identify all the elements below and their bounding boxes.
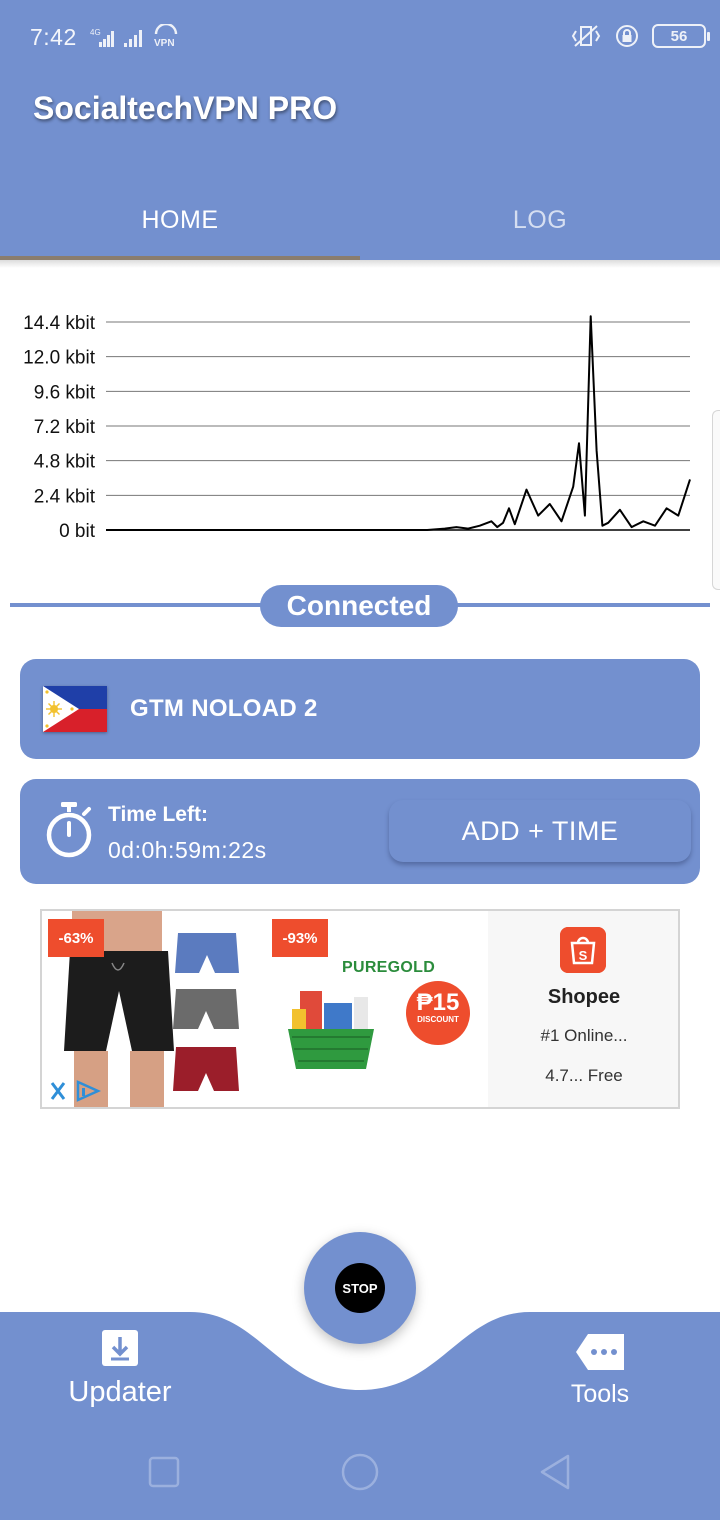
- stopwatch-icon: [46, 802, 92, 858]
- battery-icon: 56: [652, 24, 710, 48]
- ad-brand: Shopee: [547, 986, 621, 1008]
- time-left-card: Time Left: 0d:0h:59m:22s ADD + TIME: [20, 779, 700, 884]
- server-selector[interactable]: GTM NOLOAD 2: [20, 659, 700, 759]
- discount-badge: -63%: [48, 919, 104, 957]
- time-left-value: 0d:0h:59m:22s: [108, 837, 267, 863]
- status-time: 7:42: [30, 24, 77, 50]
- app-header: 7:42 4G VPN 56 SocialtechVPN PRO HOME LO…: [0, 0, 720, 260]
- connection-status-label: Connected: [286, 590, 432, 621]
- vpn-key-icon: VPN: [154, 24, 178, 48]
- tools-nav-label[interactable]: Tools: [540, 1380, 660, 1409]
- stop-label: STOP: [335, 1263, 385, 1313]
- signal-icon: [124, 30, 142, 47]
- y-tick-label: 2.4 kbit: [34, 486, 96, 507]
- y-tick-label: 12.0 kbit: [23, 348, 96, 369]
- discount-label: DISCOUNT: [417, 1015, 459, 1024]
- philippines-flag-icon: [43, 686, 107, 732]
- edge-panel-handle[interactable]: [712, 410, 720, 590]
- discount-badge: -93%: [272, 919, 328, 957]
- updater-nav-label[interactable]: Updater: [40, 1376, 200, 1409]
- ad-info-panel: S Shopee #1 Online... 4.7... Free: [488, 911, 678, 1107]
- traffic-graph: 14.4 kbit 12.0 kbit 9.6 kbit 7.2 kbit 4.8 kb…: [23, 313, 691, 542]
- signal-4g-icon: 4G: [90, 28, 114, 47]
- add-time-button[interactable]: ADD + TIME: [389, 800, 691, 862]
- battery-level: 56: [670, 27, 688, 45]
- y-tick-label: 4.8 kbit: [34, 452, 96, 473]
- discount-value: ₱15: [416, 989, 460, 1016]
- y-tick-label: 9.6 kbit: [34, 382, 96, 403]
- vibrate-icon: [571, 25, 601, 47]
- connection-status: Connected: [260, 585, 458, 627]
- ad-rating: 4.7... Free: [545, 1066, 623, 1085]
- y-tick-label: 7.2 kbit: [34, 417, 96, 438]
- stop-button[interactable]: STOP: [304, 1232, 416, 1344]
- tab-bar: HOME LOG: [0, 180, 720, 260]
- svg-text:4G: 4G: [90, 28, 101, 37]
- ad-description: #1 Online...: [540, 1026, 628, 1045]
- y-tick-label: 0 bit: [59, 521, 96, 542]
- svg-text:VPN: VPN: [154, 38, 175, 48]
- ad-banner[interactable]: -63% -93% PUREGOLD ₱15 DISCOUNT S Shopee…: [40, 909, 680, 1109]
- adchoices-icon[interactable]: [48, 1079, 110, 1103]
- discount-sticker: ₱15 DISCOUNT: [406, 981, 470, 1045]
- lock-rotation-icon: [616, 25, 638, 47]
- traffic-series-line: [106, 315, 691, 531]
- time-left-label: Time Left:: [108, 803, 208, 826]
- shopee-logo-icon: S: [560, 927, 606, 973]
- svg-text:S: S: [579, 948, 588, 963]
- tab-home[interactable]: HOME: [0, 180, 360, 260]
- app-title: SocialtechVPN PRO: [33, 90, 338, 126]
- status-bar: 7:42 4G VPN 56: [0, 0, 720, 76]
- download-icon: [102, 1330, 138, 1366]
- store-name: PUREGOLD: [342, 959, 436, 976]
- y-tick-label: 14.4 kbit: [23, 313, 96, 334]
- server-name: GTM NOLOAD 2: [130, 695, 318, 722]
- tab-log[interactable]: LOG: [360, 180, 720, 260]
